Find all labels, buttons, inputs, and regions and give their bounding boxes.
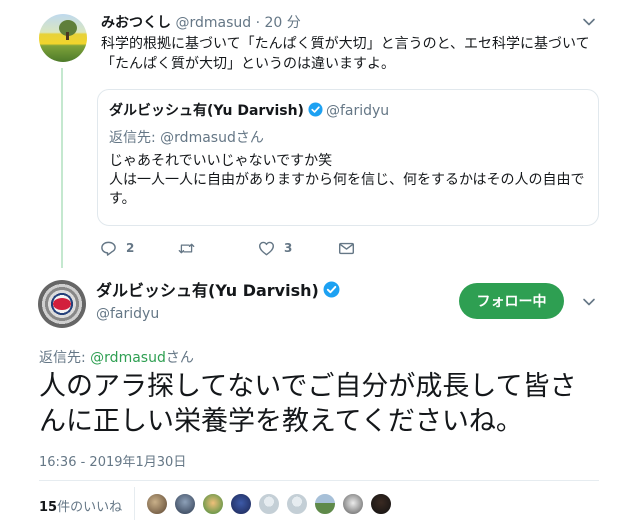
tweet-timestamp[interactable]: 16:36 - 2019年1月30日 xyxy=(39,451,186,470)
liker-avatar[interactable] xyxy=(229,492,253,516)
main-reply-to: 返信先: @rdmasudさん xyxy=(39,347,194,367)
quoted-tweet-header: ダルビッシュ有(Yu Darvish) @faridyu xyxy=(109,102,389,120)
main-tweet-text: 人のアラ探してないでご自分が成長して皆さ んに正しい栄養学を教えてくださいね。 xyxy=(39,369,599,439)
reply-button[interactable]: 2 xyxy=(100,238,134,258)
parent-text-line: 「たんぱく質が大切」というのは違いますよ。 xyxy=(101,56,395,72)
direct-message-button[interactable] xyxy=(338,238,355,258)
liker-avatar[interactable] xyxy=(173,492,197,516)
verified-badge-icon xyxy=(308,102,323,117)
main-avatar[interactable] xyxy=(38,280,86,328)
likes-count: 15 xyxy=(39,500,58,515)
quoted-reply-to: 返信先: @rdmasudさん xyxy=(109,130,264,146)
quoted-handle: @faridyu xyxy=(325,103,390,119)
quoted-tweet-text: じゃあそれでいいじゃないですか笑 人は一人一人に自由がありますから何を信じ、何を… xyxy=(109,152,597,209)
liker-avatar[interactable] xyxy=(341,492,365,516)
following-button[interactable]: フォロー中 xyxy=(459,283,564,319)
stats-divider xyxy=(39,480,599,481)
liker-avatar[interactable] xyxy=(201,492,225,516)
liker-avatar[interactable] xyxy=(313,492,337,516)
retweet-icon xyxy=(178,243,195,253)
quoted-display-name: ダルビッシュ有(Yu Darvish) xyxy=(109,103,304,119)
reply-prefix: 返信先: xyxy=(39,350,91,366)
reply-count: 2 xyxy=(126,241,135,255)
chevron-down-icon[interactable] xyxy=(582,15,596,29)
liker-avatar[interactable] xyxy=(285,492,309,516)
retweet-button[interactable] xyxy=(178,238,204,258)
main-text-line: んに正しい栄養学を教えてくださいね。 xyxy=(39,406,523,437)
main-display-name[interactable]: ダルビッシュ有(Yu Darvish) xyxy=(96,281,319,300)
likes-separator xyxy=(134,487,135,520)
parent-time[interactable]: 20 分 xyxy=(264,15,300,31)
verified-badge-icon xyxy=(323,281,340,298)
parent-handle[interactable]: @rdmasud xyxy=(175,15,251,31)
parent-tweet-header: みおつくし @rdmasud · 20 分 xyxy=(101,14,301,32)
quoted-text-line: じゃあそれでいいじゃないですか笑 xyxy=(109,153,333,169)
quoted-text-line: 人は一人一人に自由がありますから何を信じ、何をするかはその人の自由で xyxy=(109,172,585,188)
like-count: 3 xyxy=(284,241,293,255)
quoted-text-line: す。 xyxy=(109,191,136,207)
likes-stat[interactable]: 15件のいいね xyxy=(39,496,122,515)
parent-avatar[interactable] xyxy=(39,14,87,62)
main-text-line: 人のアラ探してないでご自分が成長して皆さ xyxy=(39,371,577,402)
reply-suffix: さん xyxy=(165,350,194,366)
envelope-icon xyxy=(338,242,355,254)
avatar-trunk-shape xyxy=(66,32,69,40)
heart-icon xyxy=(258,241,275,255)
quoted-tweet-card[interactable]: ダルビッシュ有(Yu Darvish) @faridyu 返信先: @rdmas… xyxy=(97,89,599,226)
chevron-down-icon[interactable] xyxy=(582,295,596,309)
liker-avatar[interactable] xyxy=(145,492,169,516)
liker-avatar[interactable] xyxy=(257,492,281,516)
liker-avatar[interactable] xyxy=(369,492,393,516)
parent-text-line: 科学的根拠に基づいて「たんぱく質が大切」と言うのと、エセ科学に基づいて xyxy=(101,36,590,52)
like-button[interactable]: 3 xyxy=(258,238,292,258)
avatar-logo-shape xyxy=(53,298,71,310)
likes-suffix: 件のいいね xyxy=(57,500,123,515)
parent-tweet-text: 科学的根拠に基づいて「たんぱく質が大切」と言うのと、エセ科学に基づいて 「たんぱ… xyxy=(101,34,601,74)
thread-line xyxy=(61,68,63,268)
main-display-name-row: ダルビッシュ有(Yu Darvish) xyxy=(96,281,343,301)
reply-handle-link[interactable]: @rdmasud xyxy=(90,350,166,366)
main-handle[interactable]: @faridyu xyxy=(96,306,159,322)
reply-icon xyxy=(101,241,116,256)
parent-separator: · xyxy=(255,15,261,31)
parent-display-name[interactable]: みおつくし xyxy=(101,15,171,31)
